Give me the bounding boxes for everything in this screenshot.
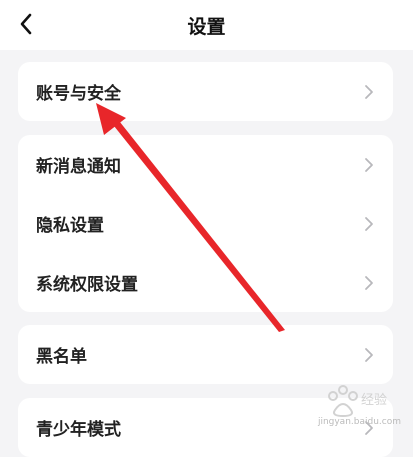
settings-group-general: 新消息通知 隐私设置 系统权限设置: [18, 135, 393, 312]
chevron-right-icon: [365, 275, 373, 290]
settings-item-label: 黑名单: [36, 347, 87, 367]
watermark-text: jingyan.baidu.com: [317, 417, 401, 427]
chevron-right-icon: [365, 216, 373, 231]
settings-item-label: 青少年模式: [36, 420, 121, 440]
settings-item-label: 隐私设置: [36, 216, 104, 236]
settings-item-blacklist[interactable]: 黑名单: [18, 325, 393, 384]
chevron-right-icon: [365, 84, 373, 99]
settings-item-label: 新消息通知: [36, 157, 121, 177]
settings-item-label: 系统权限设置: [36, 275, 138, 295]
chevron-right-icon: [365, 157, 373, 172]
svg-text:经验: 经验: [361, 392, 387, 408]
top-bar: 设置: [0, 0, 413, 50]
settings-item-notifications[interactable]: 新消息通知: [18, 135, 393, 194]
settings-item-account-security[interactable]: 账号与安全: [18, 62, 393, 121]
settings-item-privacy[interactable]: 隐私设置: [18, 194, 393, 253]
settings-item-system-permissions[interactable]: 系统权限设置: [18, 253, 393, 312]
chevron-right-icon: [365, 347, 373, 362]
settings-item-label: 账号与安全: [36, 84, 121, 104]
settings-group-blacklist: 黑名单: [18, 325, 393, 384]
page-title: 设置: [187, 16, 226, 38]
settings-group-account: 账号与安全: [18, 62, 393, 121]
